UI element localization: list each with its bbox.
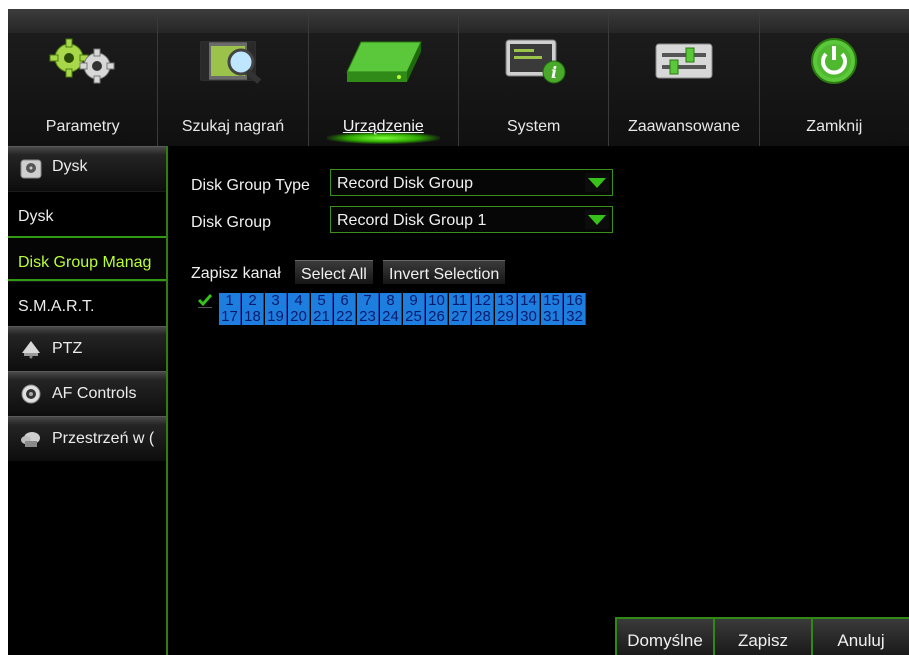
disk-group-label: Disk Group [191, 214, 272, 231]
disk-group-value: Record Disk Group 1 [337, 212, 487, 229]
sidebar-group-przestrzen[interactable]: Przestrzeń w ( [8, 416, 166, 461]
gears-icon [49, 38, 115, 84]
channel-checkbox[interactable]: 5 [311, 293, 333, 309]
sidebar-item-smart[interactable]: S.M.A.R.T. [8, 281, 166, 326]
channel-checkbox[interactable]: 19 [265, 309, 287, 325]
menu-item-szukaj-nagran[interactable]: Szukaj nagrań [158, 9, 309, 146]
search-recording-icon [200, 41, 262, 84]
ptz-camera-icon [22, 341, 40, 359]
menu-item-zaawansowane[interactable]: Zaawansowane [609, 9, 760, 146]
hard-drive-icon [346, 41, 423, 82]
sliders-icon [655, 43, 713, 79]
channel-checkbox[interactable]: 17 [219, 309, 241, 325]
menu-item-urzadzenie[interactable]: Urządzenie [308, 9, 459, 146]
top-menu-bar: Parametry Szukaj nagrań Urządzenie i Sys… [8, 9, 909, 146]
channel-checkbox[interactable]: 27 [449, 309, 471, 325]
channel-checkbox[interactable]: 3 [265, 293, 287, 309]
menu-label-system: System [506, 118, 561, 135]
sidebar-group-ptz[interactable]: PTZ [8, 326, 166, 371]
footer-buttons: Domyślne Zapisz Anuluj [615, 617, 909, 655]
channel-checkbox[interactable]: 29 [495, 309, 517, 325]
disk-group-type-label: Disk Group Type [191, 177, 310, 194]
channel-checkbox[interactable]: 25 [403, 309, 425, 325]
sidebar-group-af-controls[interactable]: AF Controls [8, 371, 166, 416]
sidebar-group-label: AF Controls [52, 385, 137, 402]
channel-checkbox[interactable]: 18 [242, 309, 264, 325]
chevron-down-icon[interactable] [585, 173, 609, 192]
svg-text:i: i [551, 63, 557, 82]
channel-checkbox[interactable]: 23 [357, 309, 379, 325]
disk-group-type-select[interactable]: Record Disk Group [330, 169, 613, 196]
channel-checkbox[interactable]: 10 [426, 293, 448, 309]
channel-checkbox[interactable]: 13 [495, 293, 517, 309]
sidebar: Dysk Dysk Disk Group Manag S.M.A.R.T. PT… [8, 146, 168, 655]
channel-checkbox[interactable]: 22 [334, 309, 356, 325]
channel-checkbox[interactable]: 32 [564, 309, 586, 325]
af-lens-icon [21, 384, 41, 404]
channel-checkbox[interactable]: 8 [380, 293, 402, 309]
channel-checkbox[interactable]: 20 [288, 309, 310, 325]
menu-label-zamknij: Zamknij [806, 118, 863, 135]
channel-checkbox[interactable]: 2 [242, 293, 264, 309]
cancel-button[interactable]: Anuluj [811, 617, 909, 655]
default-button[interactable]: Domyślne [615, 617, 713, 655]
channel-checkbox[interactable]: 16 [564, 293, 586, 309]
channel-checkbox[interactable]: 24 [380, 309, 402, 325]
channel-checkbox[interactable]: 12 [472, 293, 494, 309]
menu-item-system[interactable]: i System [458, 9, 610, 146]
channel-checkbox[interactable]: 7 [357, 293, 379, 309]
disk-icon [20, 159, 42, 179]
sidebar-group-label: Dysk [52, 158, 88, 175]
cloud-storage-icon [21, 432, 40, 447]
sidebar-group-dysk[interactable]: Dysk [8, 146, 166, 191]
channel-checkbox[interactable]: 1 [219, 293, 241, 309]
select-all-button[interactable]: Select All [295, 260, 373, 284]
menu-item-zamknij[interactable]: Zamknij [759, 9, 909, 146]
disk-group-panel: Disk Group Type Record Disk Group Disk G… [168, 146, 909, 655]
sidebar-item-disk-group-manage[interactable]: Disk Group Manag [8, 236, 166, 281]
menu-label-parametry: Parametry [45, 118, 120, 135]
save-button[interactable]: Zapisz [713, 617, 811, 655]
menu-item-parametry[interactable]: Parametry [8, 9, 159, 146]
sidebar-group-label: PTZ [52, 340, 83, 357]
menu-label-zaawansowane: Zaawansowane [627, 118, 741, 135]
sidebar-item-dysk[interactable]: Dysk [8, 191, 166, 236]
dvr-screen: Parametry Szukaj nagrań Urządzenie i Sys… [8, 9, 909, 655]
all-channels-checkbox[interactable] [196, 291, 214, 309]
channel-checkbox[interactable]: 31 [541, 309, 563, 325]
channel-checkbox[interactable]: 9 [403, 293, 425, 309]
power-icon [811, 38, 858, 84]
menu-label-szukaj-nagran: Szukaj nagrań [181, 118, 285, 135]
channel-checkbox[interactable]: 15 [541, 293, 563, 309]
disk-group-type-value: Record Disk Group [337, 175, 474, 192]
channel-checkbox[interactable]: 28 [472, 309, 494, 325]
channel-checkbox[interactable]: 14 [518, 293, 540, 309]
system-info-icon: i [505, 39, 566, 84]
invert-selection-button[interactable]: Invert Selection [383, 260, 506, 284]
menu-label-urzadzenie: Urządzenie [342, 118, 424, 135]
channel-checkbox[interactable]: 30 [518, 309, 540, 325]
channel-checkbox[interactable]: 11 [449, 293, 471, 309]
channel-checkbox[interactable]: 4 [288, 293, 310, 309]
channel-checkbox[interactable]: 26 [426, 309, 448, 325]
channel-checkbox[interactable]: 21 [311, 309, 333, 325]
channel-checkbox[interactable]: 6 [334, 293, 356, 309]
channel-grid: 1 2 3 4 5 6 7 8 9 10 11 12 13 14 15 16 17 18 19 20 21 22 23 24 2… [219, 293, 586, 325]
sidebar-group-label: Przestrzeń w ( [52, 430, 155, 447]
disk-group-select[interactable]: Record Disk Group 1 [330, 206, 613, 233]
record-channel-label: Zapisz kanał [191, 265, 281, 282]
chevron-down-icon[interactable] [585, 210, 609, 229]
